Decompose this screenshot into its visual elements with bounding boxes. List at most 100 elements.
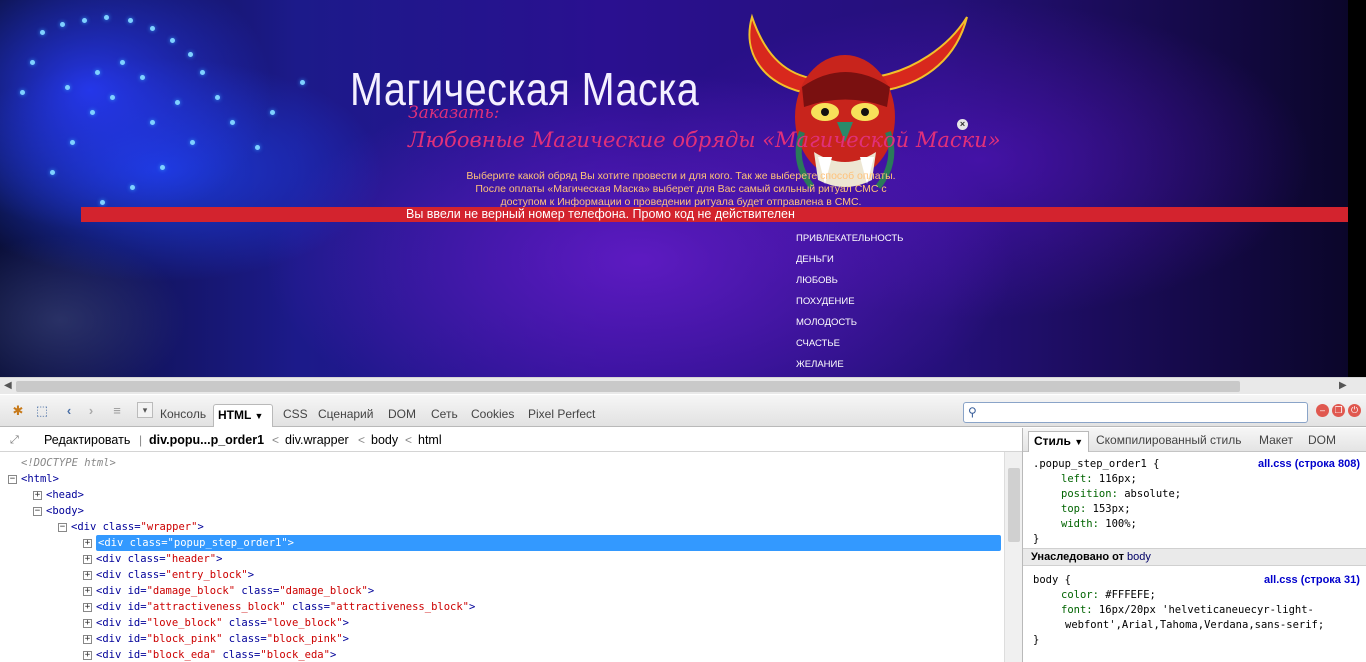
tree-token: <div (96, 553, 128, 565)
prop-value: 116px; (1092, 473, 1137, 485)
css-property[interactable]: position: absolute; (1061, 487, 1181, 502)
tab-script[interactable]: Сценарий (314, 404, 377, 426)
tree-token: "damage_block" (146, 585, 236, 597)
sparkle (90, 110, 95, 115)
tab-dom[interactable]: DOM (384, 404, 420, 426)
inherited-from-link[interactable]: body (1127, 551, 1151, 563)
tree-token: <body> (46, 505, 84, 517)
css-selector[interactable]: .popup_step_order1 { (1033, 457, 1159, 472)
back-icon[interactable]: ‹ (61, 404, 77, 418)
page-horizontal-scrollbar[interactable]: ◀ ▶ (0, 377, 1366, 394)
scroll-left-icon[interactable]: ◀ (4, 380, 12, 391)
tree-token: > (329, 649, 337, 661)
tree-row[interactable]: <div class="wrapper"> (71, 519, 204, 535)
tree-row[interactable]: <div class="entry_block"> (96, 567, 254, 583)
tree-scrollbar-thumb[interactable] (1008, 468, 1020, 542)
tab-css[interactable]: CSS (279, 404, 312, 426)
expand-node-icon[interactable]: + (83, 619, 92, 628)
tab-pixel-perfect[interactable]: Pixel Perfect (524, 404, 599, 426)
tree-row[interactable]: <!DOCTYPE html> (21, 455, 116, 471)
tree-row[interactable]: <div id="block_eda" class="block_eda"> (96, 647, 336, 662)
inspect-icon[interactable]: ⬚ (34, 404, 50, 418)
breadcrumb-popup[interactable]: div.popu...p_order1 (149, 432, 264, 448)
expand-node-icon[interactable]: + (83, 603, 92, 612)
css-selector[interactable]: body { (1033, 573, 1071, 588)
css-property[interactable]: left: 116px; (1061, 472, 1137, 487)
tree-row[interactable]: <div id="block_pink" class="block_pink"> (96, 631, 349, 647)
tab-layout[interactable]: Макет (1259, 432, 1293, 448)
tab-net[interactable]: Сеть (427, 404, 462, 426)
tree-token: class= (127, 553, 166, 565)
list-icon[interactable]: ≡ (109, 404, 125, 418)
expand-panel-icon[interactable]: ⤢ (10, 432, 19, 448)
menu-item-money[interactable]: ДЕНЬГИ (796, 254, 903, 275)
expand-node-icon[interactable]: + (83, 651, 92, 660)
tree-row[interactable]: <div id="love_block" class="love_block"> (96, 615, 349, 631)
close-icon[interactable]: ⏻ (1348, 404, 1361, 417)
popup-close-icon[interactable]: × (957, 119, 968, 130)
expand-node-icon[interactable]: + (83, 587, 92, 596)
css-rule-close: } (1033, 533, 1040, 545)
css-property[interactable]: font: 16px/20px 'helveticaneuecyr-light- (1061, 603, 1314, 618)
collapse-node-icon[interactable]: − (8, 475, 17, 484)
expand-node-icon[interactable]: + (83, 571, 92, 580)
tree-token: class= (102, 521, 141, 533)
collapse-node-icon[interactable]: − (33, 507, 42, 516)
tab-computed-style[interactable]: Скомпилированный стиль (1096, 432, 1242, 448)
menu-item-happiness[interactable]: СЧАСТЬЕ (796, 338, 903, 359)
forward-icon[interactable]: › (83, 404, 99, 418)
tree-row[interactable]: <body> (46, 503, 84, 519)
menu-item-attractiveness[interactable]: ПРИВЛЕКАТЕЛЬНОСТЬ (796, 233, 903, 254)
html-breadcrumb-bar: ⤢ Редактировать | div.popu...p_order1 < … (0, 428, 1022, 452)
scroll-right-icon[interactable]: ▶ (1339, 380, 1347, 391)
scrollbar-thumb[interactable] (16, 381, 1240, 392)
tab-side-dom[interactable]: DOM (1308, 432, 1336, 448)
tree-token: class= (285, 601, 330, 613)
css-source-link[interactable]: all.css (строка 31) (1264, 574, 1360, 586)
tree-row-selected[interactable]: <div class="popup_step_order1"> (96, 535, 1001, 551)
breadcrumb-wrapper[interactable]: div.wrapper (285, 432, 349, 448)
tab-style[interactable]: Стиль ▼ (1028, 431, 1090, 452)
search-input[interactable] (984, 404, 1304, 421)
tab-console[interactable]: Консоль (156, 404, 210, 426)
minimize-icon[interactable]: – (1316, 404, 1329, 417)
css-source-link[interactable]: all.css (строка 808) (1258, 458, 1360, 470)
css-property[interactable]: width: 100%; (1061, 517, 1137, 532)
expand-node-icon[interactable]: + (83, 539, 92, 548)
tree-scrollbar[interactable] (1004, 452, 1022, 662)
tree-row[interactable]: <head> (46, 487, 84, 503)
css-property[interactable]: color: #FFFEFE; (1061, 588, 1156, 603)
expand-node-icon[interactable]: + (83, 555, 92, 564)
sparkle (65, 85, 70, 90)
menu-item-weight-loss[interactable]: ПОХУДЕНИЕ (796, 296, 903, 317)
collapse-node-icon[interactable]: − (58, 523, 67, 532)
tree-row[interactable]: <div id="attractiveness_block" class="at… (96, 599, 475, 615)
menu-item-wish[interactable]: ЖЕЛАНИЕ (796, 359, 903, 377)
menu-item-youth[interactable]: МОЛОДОСТЬ (796, 317, 903, 338)
expand-node-icon[interactable]: + (83, 635, 92, 644)
page-vertical-scrollbar[interactable] (1348, 0, 1366, 377)
edit-button[interactable]: Редактировать (44, 432, 130, 448)
menu-item-love[interactable]: ЛЮБОВЬ (796, 275, 903, 296)
tab-cookies[interactable]: Cookies (467, 404, 518, 426)
breadcrumb-body[interactable]: body (371, 432, 398, 448)
sparkle (130, 185, 135, 190)
tree-token: "block_eda" (260, 649, 330, 661)
detach-icon[interactable]: ❐ (1332, 404, 1345, 417)
expand-node-icon[interactable]: + (33, 491, 42, 500)
tab-html[interactable]: HTML ▼ (213, 404, 273, 427)
firebug-icon[interactable]: ✱ (10, 404, 26, 418)
tree-row[interactable]: <div id="damage_block" class="damage_blo… (96, 583, 374, 599)
site-title: Магическая Маска (350, 63, 700, 115)
firebug-search-box[interactable]: ⚲ (963, 402, 1308, 423)
search-icon: ⚲ (968, 405, 977, 419)
tree-token: class= (222, 633, 267, 645)
tree-token: <div (96, 569, 128, 581)
style-side-panel: Стиль ▼ Скомпилированный стиль Макет DOM… (1022, 428, 1366, 662)
css-property[interactable]: top: 153px; (1061, 502, 1131, 517)
tree-token: <div (96, 617, 128, 629)
breadcrumb-html[interactable]: html (418, 432, 442, 448)
tree-row[interactable]: <div class="header"> (96, 551, 222, 567)
dropdown-icon[interactable]: ▾ (137, 402, 153, 418)
tree-row[interactable]: <html> (21, 471, 59, 487)
